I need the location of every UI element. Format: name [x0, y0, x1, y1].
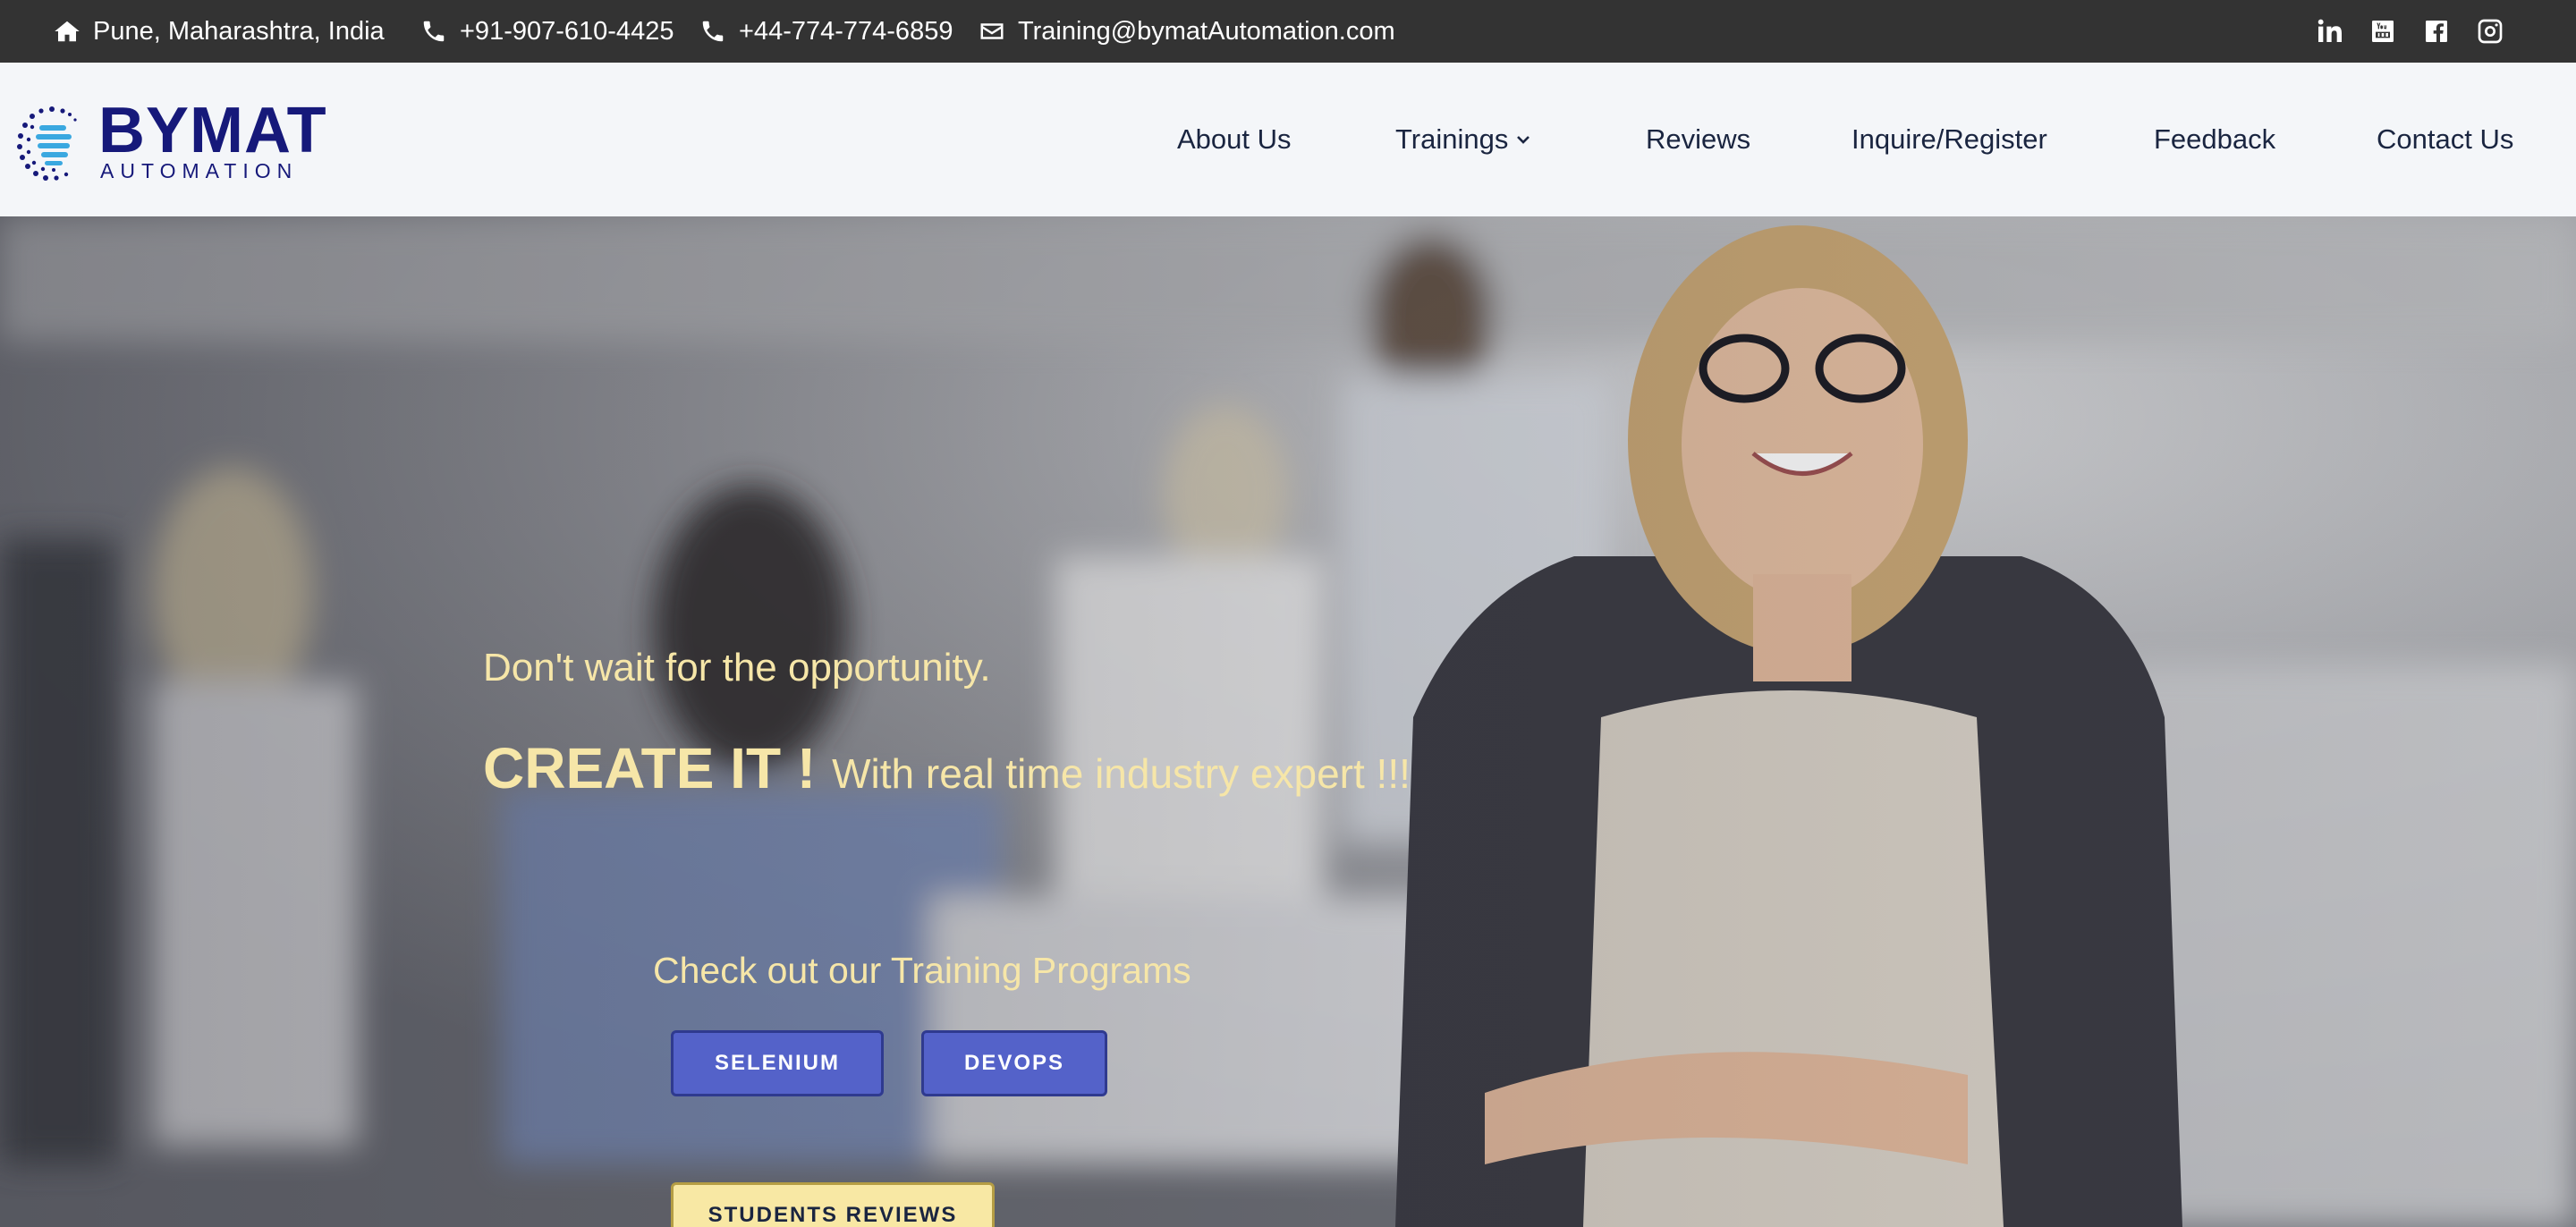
top-contact-bar: Pune, Maharashtra, India +91-907-610-442…: [0, 0, 2576, 63]
email-text[interactable]: Training@bymatAutomation.com: [1018, 17, 1395, 47]
logo-subtitle: AUTOMATION: [100, 159, 299, 182]
hero-tagline: Don't wait for the opportunity.: [483, 646, 991, 690]
phone-icon: [423, 21, 445, 42]
phone-uk-text[interactable]: +44-774-774-6859: [739, 17, 953, 47]
nav-reviews[interactable]: Reviews: [1646, 63, 1750, 216]
nav-trainings-label: Trainings: [1395, 123, 1509, 155]
phone-in-item[interactable]: +91-907-610-4425: [420, 0, 674, 63]
youtube-icon[interactable]: [2368, 17, 2397, 46]
phone-icon: [702, 21, 724, 42]
hero-headline: CREATE IT ! With real time industry expe…: [483, 735, 1411, 801]
selenium-button[interactable]: SELENIUM: [671, 1030, 884, 1096]
nav-about-us[interactable]: About Us: [1177, 63, 1292, 216]
email-item[interactable]: Training@bymatAutomation.com: [979, 0, 1395, 63]
hero-headline-rest: With real time industry expert !!!: [832, 750, 1411, 797]
hero-overlay: [0, 216, 2576, 1227]
linkedin-icon[interactable]: [2315, 17, 2343, 46]
envelope-icon: [980, 23, 1004, 39]
training-programs-heading: Check out our Training Programs: [653, 950, 1191, 991]
devops-button[interactable]: DEVOPS: [921, 1030, 1107, 1096]
instagram-icon[interactable]: [2476, 17, 2504, 46]
hero-banner: Don't wait for the opportunity. CREATE I…: [0, 216, 2576, 1227]
home-icon: [55, 21, 80, 42]
phone-in-text[interactable]: +91-907-610-4425: [460, 17, 674, 47]
facebook-icon[interactable]: [2422, 17, 2451, 46]
hero-headline-emphasis: CREATE IT !: [483, 736, 817, 800]
students-reviews-button[interactable]: STUDENTS REVIEWS: [671, 1182, 995, 1227]
nav-inquire-register[interactable]: Inquire/Register: [1852, 63, 2047, 216]
logo-globe-icon[interactable]: [14, 102, 89, 182]
nav-feedback[interactable]: Feedback: [2154, 63, 2275, 216]
phone-uk-item[interactable]: +44-774-774-6859: [699, 0, 953, 63]
nav-contact-us[interactable]: Contact Us: [2377, 63, 2513, 216]
logo-wordmark[interactable]: BYMAT: [98, 98, 327, 163]
nav-trainings[interactable]: Trainings: [1395, 63, 1531, 216]
chevron-down-icon: [1517, 136, 1530, 144]
location-text: Pune, Maharashtra, India: [93, 16, 385, 46]
location-item: Pune, Maharashtra, India: [54, 0, 385, 63]
